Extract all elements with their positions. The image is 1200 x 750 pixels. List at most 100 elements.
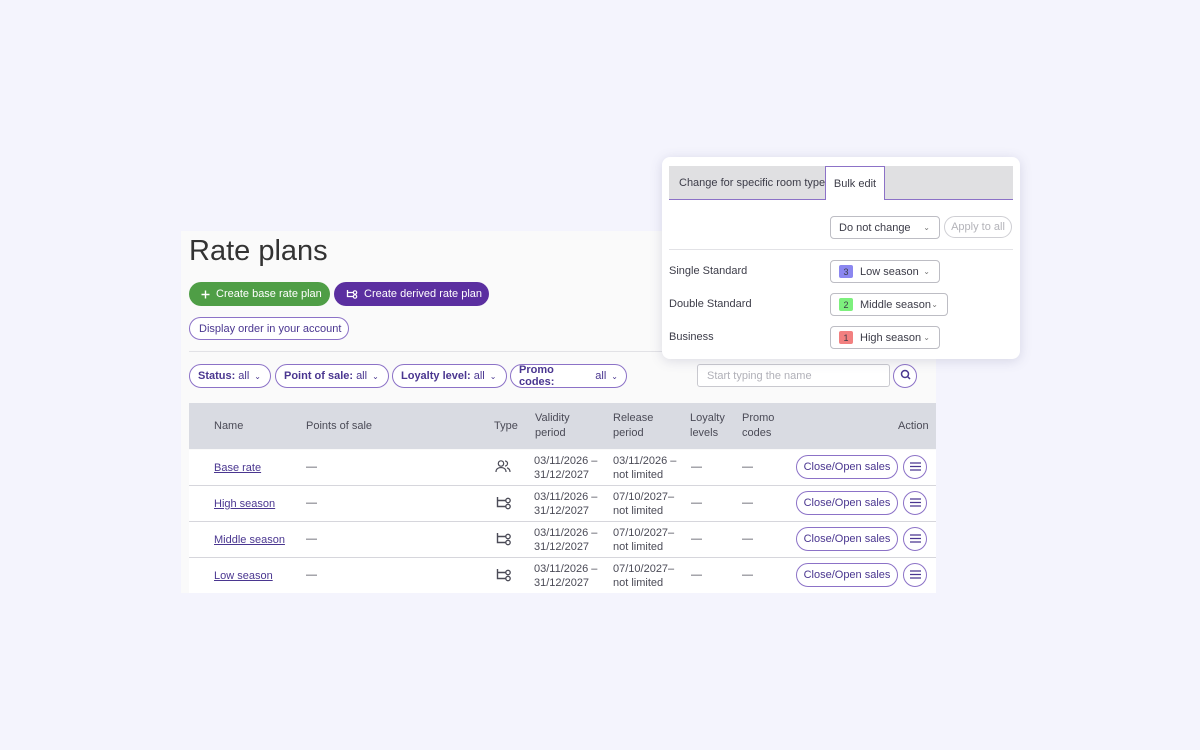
validity-period: 03/11/2026 –31/12/2027	[534, 455, 598, 481]
search-button[interactable]	[893, 364, 917, 388]
header-type: Type	[494, 420, 518, 432]
points-of-sale-value: —	[306, 533, 317, 545]
validity-period: 03/11/2026 –31/12/2027	[534, 491, 598, 517]
header-validity: Validity period	[535, 412, 570, 439]
users-icon	[495, 459, 511, 478]
promo-value: —	[742, 533, 753, 545]
row-menu-button[interactable]	[903, 455, 927, 479]
loyalty-value: —	[691, 533, 702, 545]
close-open-sales-button[interactable]: Close/Open sales	[796, 455, 898, 479]
season-badge: 1	[839, 331, 853, 344]
validity-period: 03/11/2026 –31/12/2027	[534, 527, 598, 553]
points-of-sale-value: —	[306, 461, 317, 473]
menu-icon	[909, 494, 921, 512]
bulk-select[interactable]: Do not change ⌄	[830, 216, 940, 239]
room-rate-value: High season	[860, 331, 922, 344]
points-of-sale-value: —	[306, 497, 317, 509]
filter-status-value: all	[238, 370, 250, 382]
close-open-sales-button[interactable]: Close/Open sales	[796, 563, 898, 587]
chevron-down-icon: ⌄	[372, 371, 379, 381]
filter-point-of-sale[interactable]: Point of sale: all ⌄	[275, 364, 389, 388]
room-rate-value: Middle season	[860, 298, 931, 311]
header-name: Name	[214, 420, 244, 432]
table-row: Base rate — 03/11/2026 –31/12/2027 03/11…	[189, 450, 936, 486]
derived-icon	[496, 568, 512, 587]
promo-value: —	[742, 497, 753, 509]
room-name: Business	[669, 331, 714, 343]
promo-value: —	[742, 461, 753, 473]
release-period: 07/10/2027– not limited	[613, 563, 675, 589]
display-order-label: Display order in your account	[199, 322, 342, 335]
loyalty-value: —	[691, 569, 702, 581]
display-order-button[interactable]: Display order in your account	[189, 317, 349, 340]
tab-bulk-edit[interactable]: Bulk edit	[825, 166, 885, 200]
points-of-sale-value: —	[306, 569, 317, 581]
tab-change-for-room-type[interactable]: Change for specific room type	[679, 166, 825, 199]
bulk-edit-popup: Change for specific room type Bulk edit …	[662, 157, 1020, 359]
room-rate-select[interactable]: 3 Low season ⌄	[830, 260, 940, 283]
divider	[669, 249, 1013, 250]
derived-icon	[496, 532, 512, 551]
release-period: 07/10/2027– not limited	[613, 491, 675, 517]
apply-to-all-button[interactable]: Apply to all	[944, 216, 1012, 238]
room-name: Single Standard	[669, 265, 748, 277]
chevron-down-icon: ⌄	[923, 333, 930, 342]
filter-status[interactable]: Status: all ⌄	[189, 364, 271, 388]
search-placeholder: Start typing the name	[707, 369, 812, 382]
page-title: Rate plans	[189, 235, 328, 267]
bulk-select-value: Do not change	[839, 221, 911, 234]
room-rate-value: Low season	[860, 265, 919, 278]
chevron-down-icon: ⌄	[931, 300, 938, 309]
header-loyalty: Loyalty levels	[690, 412, 725, 439]
filter-promo-codes[interactable]: Promo codes: all ⌄	[510, 364, 627, 388]
season-badge: 3	[839, 265, 853, 278]
close-open-sales-button[interactable]: Close/Open sales	[796, 527, 898, 551]
chevron-down-icon: ⌄	[489, 371, 497, 381]
menu-icon	[909, 566, 921, 584]
header-action: Action	[898, 420, 929, 432]
table-row: Low season — 03/11/2026 –31/12/2027 07/1…	[189, 558, 936, 593]
create-base-rate-plan-button[interactable]: Create base rate plan	[189, 282, 330, 306]
menu-icon	[909, 458, 921, 476]
chevron-down-icon: ⌄	[611, 371, 618, 381]
chevron-down-icon: ⌄	[254, 371, 261, 381]
loyalty-value: —	[691, 497, 702, 509]
create-derived-label: Create derived rate plan	[364, 288, 483, 300]
filter-promo-label: Promo codes:	[519, 364, 555, 388]
header-release: Release period	[613, 412, 654, 439]
row-menu-button[interactable]	[903, 491, 927, 515]
create-base-label: Create base rate plan	[216, 288, 322, 300]
filter-pos-label: Point of sale:	[284, 370, 354, 382]
season-badge: 2	[839, 298, 853, 311]
rate-plan-link[interactable]: High season	[214, 497, 275, 511]
loyalty-value: —	[691, 461, 702, 473]
filter-status-label: Status:	[198, 370, 236, 382]
search-icon	[900, 367, 911, 385]
rate-plan-link[interactable]: Middle season	[214, 533, 285, 547]
room-name: Double Standard	[669, 298, 752, 310]
chevron-down-icon: ⌄	[923, 267, 930, 276]
derived-icon	[496, 496, 512, 515]
row-menu-button[interactable]	[903, 563, 927, 587]
rate-plan-link[interactable]: Base rate	[214, 461, 261, 475]
rate-plan-link[interactable]: Low season	[214, 569, 273, 583]
validity-period: 03/11/2026 –31/12/2027	[534, 563, 598, 589]
filter-loyalty-level[interactable]: Loyalty level: all ⌄	[392, 364, 507, 388]
plus-icon	[201, 290, 210, 299]
search-input[interactable]: Start typing the name	[697, 364, 890, 387]
close-open-sales-button[interactable]: Close/Open sales	[796, 491, 898, 515]
popup-tabs: Change for specific room type Bulk edit	[669, 166, 1013, 200]
menu-icon	[909, 530, 921, 548]
table-header: Name Points of sale Type Validity period …	[189, 403, 936, 449]
derived-icon	[346, 289, 358, 300]
room-rate-select[interactable]: 1 High season ⌄	[830, 326, 940, 349]
table-row: Middle season — 03/11/2026 –31/12/2027 0…	[189, 522, 936, 558]
filter-loyalty-value: all	[473, 370, 485, 382]
promo-value: —	[742, 569, 753, 581]
header-points-of-sale: Points of sale	[306, 420, 373, 432]
release-period: 07/10/2027– not limited	[613, 527, 675, 553]
room-rate-select[interactable]: 2 Middle season ⌄	[830, 293, 948, 316]
header-promo: Promo codes	[742, 412, 775, 439]
create-derived-rate-plan-button[interactable]: Create derived rate plan	[334, 282, 489, 306]
row-menu-button[interactable]	[903, 527, 927, 551]
